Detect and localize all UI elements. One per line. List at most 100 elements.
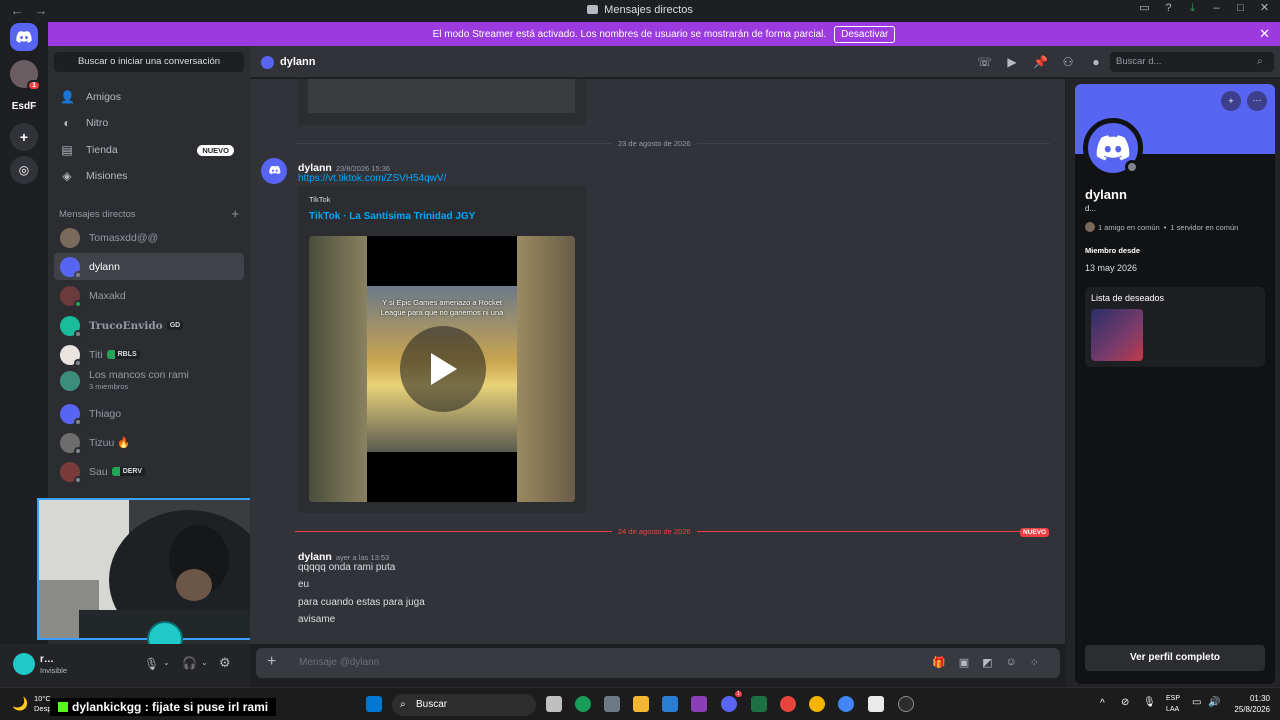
server-icon-esdf[interactable]: EsdF bbox=[10, 92, 38, 120]
dm-item[interactable]: Titi RBLS bbox=[54, 341, 244, 368]
close-window-icon[interactable]: ✕ bbox=[1259, 3, 1270, 14]
message-composer[interactable]: + Mensaje @dylann 🎁 ▣ ◩ ☺ ⁘ bbox=[256, 648, 1060, 678]
add-server-icon[interactable]: + bbox=[10, 123, 38, 151]
volume-icon[interactable]: 🔊 bbox=[1208, 697, 1220, 708]
file-explorer-icon[interactable] bbox=[633, 696, 649, 712]
clock-date[interactable]: 25/8/2026 bbox=[1226, 705, 1270, 714]
store-icon[interactable] bbox=[868, 696, 884, 712]
app-icon[interactable] bbox=[691, 696, 707, 712]
nav-nitro[interactable]: ◐ Nitro bbox=[54, 111, 244, 135]
user-profile-icon[interactable]: ● bbox=[1089, 55, 1103, 69]
help-icon[interactable]: ? bbox=[1163, 3, 1174, 14]
add-friends-icon[interactable]: ⚇ bbox=[1061, 55, 1075, 69]
avatar[interactable] bbox=[261, 158, 287, 184]
nav-friends[interactable]: 👤 Amigos bbox=[54, 85, 244, 109]
discord-taskbar-icon[interactable]: 1 bbox=[721, 691, 742, 712]
video-caption: Y si Epic Games amenazo a Rocket League … bbox=[380, 298, 504, 317]
minimize-icon[interactable]: – bbox=[1211, 3, 1222, 14]
nav-shop[interactable]: ▤ Tienda NUEVO bbox=[54, 138, 244, 162]
settings-gear-icon[interactable]: ⚙ bbox=[219, 655, 231, 671]
taskbar-search[interactable]: ⌕ Buscar bbox=[392, 694, 536, 716]
excel-icon[interactable] bbox=[751, 696, 767, 712]
chevron-up-icon[interactable]: ^ bbox=[1100, 698, 1105, 709]
dm-item[interactable]: TrucoEnvido GD bbox=[54, 312, 244, 339]
task-view-icon[interactable] bbox=[546, 696, 562, 712]
obs-icon[interactable] bbox=[898, 696, 914, 712]
dm-item[interactable]: Maxakd bbox=[54, 282, 244, 309]
inbox-icon bbox=[587, 5, 599, 14]
disable-streamer-button[interactable]: Desactivar bbox=[834, 25, 896, 43]
message-list[interactable]: 23 de agosto de 2026 dylann 23/8/2026 15:… bbox=[250, 79, 1065, 644]
discover-compass-icon[interactable]: ◎ bbox=[10, 156, 38, 184]
microphone-icon[interactable]: 🎙 bbox=[1143, 697, 1156, 708]
link-embed: TikTok TikTok · La Santísima Trinidad JG… bbox=[298, 186, 586, 513]
settings-app-icon[interactable] bbox=[604, 696, 620, 712]
language-secondary[interactable]: LAA bbox=[1166, 706, 1179, 713]
inbox-tray-icon[interactable]: ▭ bbox=[1139, 3, 1150, 14]
network-icon[interactable]: ⊘ bbox=[1121, 697, 1129, 708]
new-dm-plus-icon[interactable]: + bbox=[231, 206, 239, 221]
microphone-icon[interactable]: 🎙 bbox=[144, 657, 159, 671]
edge-browser-icon[interactable] bbox=[575, 696, 591, 712]
pin-icon[interactable]: 📌 bbox=[1033, 55, 1048, 69]
wishlist-item-image[interactable] bbox=[1091, 309, 1143, 361]
chrome-profile-2-icon[interactable] bbox=[838, 696, 854, 712]
attach-plus-icon[interactable]: + bbox=[267, 654, 276, 670]
voice-call-icon[interactable]: ☏ bbox=[977, 55, 992, 69]
banner-text: El modo Streamer está activado. Los nomb… bbox=[432, 28, 827, 40]
headset-icon[interactable]: 🎧 bbox=[182, 656, 197, 670]
emoji-icon[interactable]: ☺ bbox=[1006, 656, 1017, 669]
find-conversation-button[interactable]: Buscar o iniciar una conversación bbox=[54, 52, 244, 72]
dm-item[interactable]: Tomasxdd@@ bbox=[54, 224, 244, 251]
dm-name: dylann bbox=[89, 260, 120, 273]
chrome-icon[interactable] bbox=[780, 696, 796, 712]
dm-name: TrucoEnvido bbox=[89, 319, 163, 332]
language-primary[interactable]: ESP bbox=[1166, 695, 1180, 702]
date-divider-label: 24 de agosto de 2026 bbox=[612, 527, 697, 536]
mutual-servers[interactable]: 1 servidor en común bbox=[1170, 223, 1238, 232]
chrome-profile-icon[interactable] bbox=[809, 696, 825, 712]
message-input[interactable]: Mensaje @dylann bbox=[299, 657, 379, 668]
avatar bbox=[60, 461, 82, 484]
previous-embed-image[interactable] bbox=[308, 79, 575, 113]
weather-moon-icon: 🌙 bbox=[12, 696, 29, 711]
dm-name: Tizuu 🔥 bbox=[89, 437, 131, 449]
banner-close-icon[interactable]: ✕ bbox=[1259, 26, 1270, 42]
display-icon[interactable]: ▭ bbox=[1192, 697, 1201, 708]
chevron-down-icon[interactable]: ⌄ bbox=[163, 658, 170, 667]
dm-item[interactable]: Tizuu 🔥 bbox=[54, 429, 244, 456]
dm-item-group[interactable]: Los mancos con rami 3 miembros bbox=[54, 366, 244, 396]
search-input[interactable]: Buscar d... bbox=[1110, 52, 1274, 72]
maximize-icon[interactable]: □ bbox=[1235, 3, 1246, 14]
embed-title[interactable]: TikTok · La Santísima Trinidad JGY bbox=[309, 211, 475, 222]
word-icon[interactable] bbox=[662, 696, 678, 712]
dm-item[interactable]: Sau DERV bbox=[54, 458, 244, 485]
wishlist-card: Lista de deseados bbox=[1085, 287, 1265, 367]
nav-quests[interactable]: ◈ Misiones bbox=[54, 164, 244, 188]
apps-icon[interactable]: ⁘ bbox=[1030, 656, 1039, 669]
user-status: Invisible bbox=[40, 666, 68, 675]
chevron-down-icon[interactable]: ⌄ bbox=[201, 658, 208, 667]
view-full-profile-button[interactable]: Ver perfil completo bbox=[1085, 645, 1265, 671]
discord-home-icon[interactable] bbox=[10, 23, 38, 51]
embed-video[interactable]: Y si Epic Games amenazo a Rocket League … bbox=[309, 236, 575, 502]
add-friend-icon[interactable]: + bbox=[1221, 91, 1241, 111]
avatar[interactable] bbox=[13, 653, 35, 675]
server-icon-avatar[interactable]: 1 bbox=[10, 60, 41, 91]
dm-item[interactable]: Thiago bbox=[54, 400, 244, 427]
mutuals-row[interactable]: 1 amigo en común • 1 servidor en común bbox=[1085, 222, 1238, 232]
download-icon[interactable]: ⤓ bbox=[1187, 3, 1198, 14]
gift-icon[interactable]: 🎁 bbox=[932, 656, 946, 669]
play-button[interactable] bbox=[400, 326, 486, 412]
clock-time[interactable]: 01:30 bbox=[1236, 694, 1270, 703]
gif-icon[interactable]: ▣ bbox=[959, 656, 969, 669]
tiktok-link[interactable]: https://vt.tiktok.com/ZSVH54qwV/ bbox=[298, 173, 446, 184]
taskbar-search-label: Buscar bbox=[416, 699, 448, 710]
video-call-icon[interactable]: ▶ bbox=[1005, 55, 1019, 69]
dm-item-selected[interactable]: dylann bbox=[54, 253, 244, 280]
mutual-friends[interactable]: 1 amigo en común bbox=[1098, 223, 1160, 232]
more-options-icon[interactable]: ··· bbox=[1247, 91, 1267, 111]
sticker-icon[interactable]: ◩ bbox=[982, 656, 992, 669]
windows-start-icon[interactable] bbox=[366, 696, 382, 712]
nav-nitro-label: Nitro bbox=[86, 117, 109, 129]
